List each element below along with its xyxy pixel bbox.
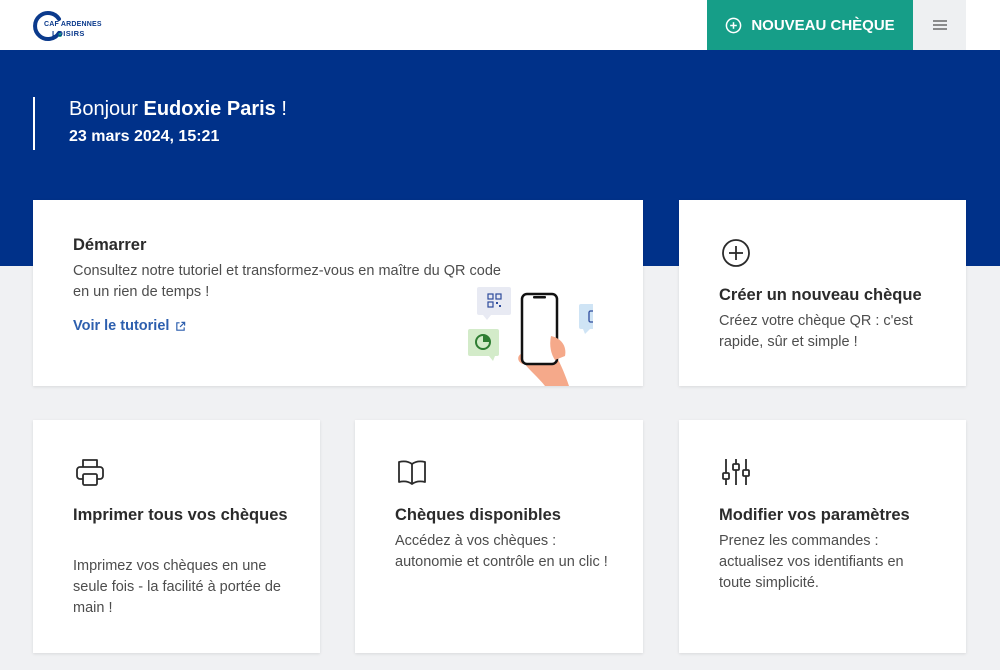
plus-circle-icon: [725, 17, 742, 33]
book-icon: [398, 460, 426, 485]
create-cheque-card[interactable]: Créer un nouveau chèque Créez votre chèq…: [679, 200, 966, 386]
logo-text-bottom: LOISIRS: [52, 29, 85, 38]
user-name: Eudoxie Paris: [143, 98, 276, 120]
menu-button[interactable]: [913, 0, 966, 50]
print-cheques-title: Imprimer tous vos chèques: [73, 506, 288, 524]
printer-icon: [76, 459, 104, 486]
current-datetime: 23 mars 2024, 15:21: [69, 128, 220, 145]
plus-circle-icon: [722, 239, 750, 267]
settings-text: Prenez les commandes : actualisez vos id…: [719, 533, 904, 591]
start-card: Démarrer Consultez notre tutoriel et tra…: [33, 200, 643, 386]
tutorial-link-label: Voir le tutoriel: [73, 318, 170, 334]
greeting: Bonjour Eudoxie Paris !: [69, 98, 287, 120]
new-cheque-button[interactable]: NOUVEAU CHÈQUE: [707, 0, 913, 50]
logo-text-top: CAF ARDENNES: [44, 21, 102, 28]
available-cheques-card[interactable]: Chèques disponibles Accédez à vos chèque…: [355, 420, 643, 653]
new-cheque-label: NOUVEAU CHÈQUE: [751, 16, 895, 34]
top-bar: CAF ARDENNES LOISIRS NOUVEAU CHÈQUE: [0, 0, 1000, 50]
create-cheque-text: Créez votre chèque QR : c'est rapide, sû…: [719, 313, 913, 350]
caf-ardennes-loisirs-logo[interactable]: CAF ARDENNES LOISIRS: [32, 9, 102, 41]
print-cheques-text: Imprimez vos chèques en une seule fois -…: [73, 558, 281, 616]
print-cheques-card[interactable]: Imprimer tous vos chèques Imprimez vos c…: [33, 420, 320, 653]
banner-accent-line: [33, 97, 35, 150]
settings-card[interactable]: Modifier vos paramètres Prenez les comma…: [679, 420, 966, 653]
start-card-title: Démarrer: [73, 236, 147, 254]
available-cheques-text: Accédez à vos chèques : autonomie et con…: [395, 533, 608, 570]
external-link-icon: [176, 321, 186, 331]
hamburger-icon: [932, 20, 947, 30]
settings-title: Modifier vos paramètres: [719, 506, 910, 524]
available-cheques-title: Chèques disponibles: [395, 506, 561, 524]
phone-hand-illustration: [468, 287, 593, 386]
create-cheque-title: Créer un nouveau chèque: [719, 286, 922, 304]
tutorial-link[interactable]: Voir le tutoriel: [73, 318, 186, 334]
sliders-icon: [722, 459, 750, 485]
